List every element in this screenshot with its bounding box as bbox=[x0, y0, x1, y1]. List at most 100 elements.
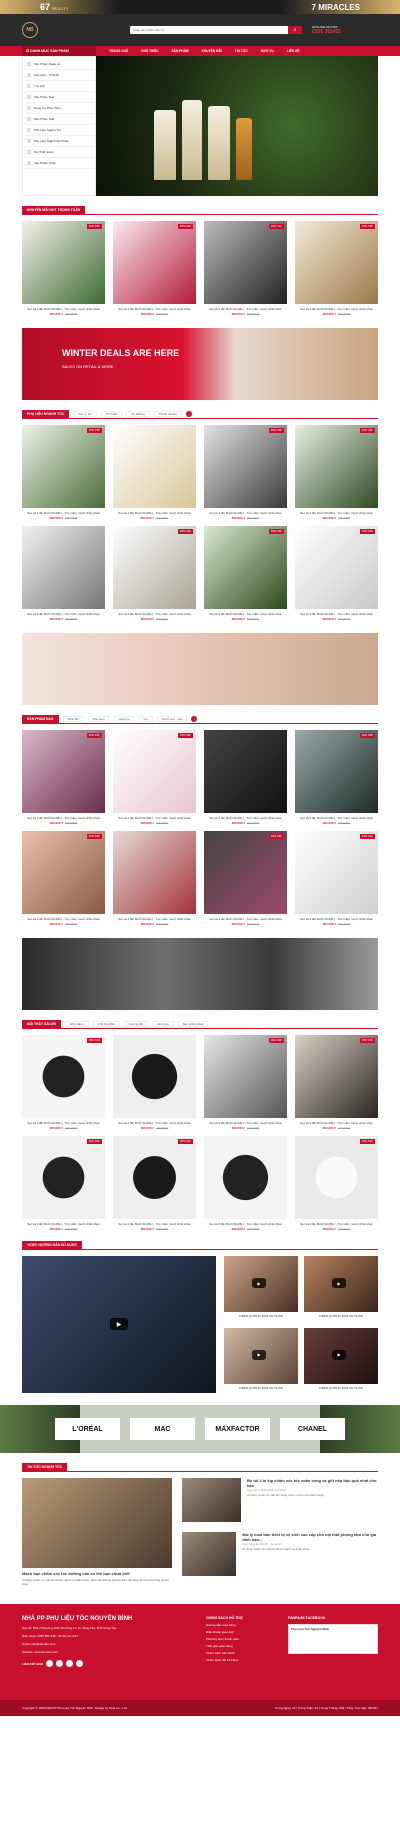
section-tab[interactable]: Nước sơn - Gel bbox=[156, 716, 188, 722]
product-card[interactable]: 30% OFF Set xả 2 lần Bưởi SGI(6L) - Tóc m… bbox=[22, 425, 105, 520]
featured-news[interactable]: Mách bạn chăm sóc tóc dưỡng cấu có thể b… bbox=[22, 1478, 172, 1586]
product-name[interactable]: Set xả 2 lần Bưởi SGI(6L) - Tóc mềm mượt… bbox=[22, 612, 105, 616]
section-tab[interactable]: Thuốc nhuộm bbox=[153, 411, 183, 417]
section-tab[interactable]: Gương đẹt bbox=[123, 1021, 149, 1027]
product-name[interactable]: Set xả 2 lần Bưởi SGI(6L) - Tóc mềm mượt… bbox=[113, 1121, 196, 1125]
product-name[interactable]: Set xả 2 lần Bưởi SGI(6L) - Tóc mềm mượt… bbox=[22, 816, 105, 820]
nav-services[interactable]: DỊCH VỤ bbox=[261, 49, 274, 53]
section-tab[interactable]: Tinh dầu bbox=[100, 411, 123, 417]
product-card[interactable]: 30% OFF Set xả 2 lần Bưởi SGI(6L) - Tóc m… bbox=[295, 1035, 378, 1130]
nav-home[interactable]: TRANG CHỦ bbox=[109, 49, 128, 53]
product-name[interactable]: Set xả 2 lần Bưởi SGI(6L) - Tóc mềm mượt… bbox=[113, 612, 196, 616]
product-card[interactable]: 30% OFF Set xả 2 lần Bưởi SGI(6L) - Tóc m… bbox=[22, 1035, 105, 1130]
sidebar-item[interactable]: Sản Phẩm Nail bbox=[23, 92, 95, 103]
sidebar-item[interactable]: Nội Thất Salon bbox=[23, 147, 95, 158]
search-input[interactable] bbox=[130, 26, 288, 34]
product-name[interactable]: Set xả 2 lần Bưởi SGI(6L) - Tóc mềm mượt… bbox=[204, 1222, 287, 1226]
video-thumbnail[interactable]: ▶ VIDEO HƯỚNG DẪN SỬ DỤNG bbox=[304, 1256, 378, 1322]
product-card[interactable]: Set xả 2 lần Bưởi SGI(6L) - Tóc mềm mượt… bbox=[204, 730, 287, 825]
brand-logo[interactable]: MAC bbox=[130, 1418, 195, 1440]
play-icon[interactable]: ▶ bbox=[252, 1278, 266, 1288]
footer-policy-link[interactable]: Hướng dẫn mua hàng bbox=[206, 1623, 288, 1627]
footer-policy-link[interactable]: Điều khoản giao dịch bbox=[206, 1630, 288, 1634]
video-thumbnail[interactable]: ▶ VIDEO HƯỚNG DẪN SỬ DỤNG bbox=[304, 1327, 378, 1394]
sidebar-item[interactable]: Sản Phẩm Khác bbox=[23, 158, 95, 169]
nav-news[interactable]: TIN TỨC bbox=[235, 49, 248, 53]
footer-policy-link[interactable]: Thời gian giao hàng bbox=[206, 1644, 288, 1648]
product-name[interactable]: Set xả 2 lần Bưởi SGI(6L) - Tóc mềm mượt… bbox=[22, 307, 105, 311]
sidebar-item[interactable]: Tóc Giả bbox=[23, 81, 95, 92]
play-icon[interactable]: ▶ bbox=[332, 1349, 346, 1360]
product-name[interactable]: Set xả 2 lần Bưởi SGI(6L) - Tóc mềm mượt… bbox=[204, 612, 287, 616]
product-name[interactable]: Set xả 2 lần Bưởi SGI(6L) - Tóc mềm mượt… bbox=[22, 1121, 105, 1125]
product-name[interactable]: Set xả 2 lần Bưởi SGI(6L) - Tóc mềm mượt… bbox=[113, 816, 196, 820]
chevron-right-icon[interactable]: › bbox=[186, 411, 193, 417]
product-name[interactable]: Set xả 2 lần Bưởi SGI(6L) - Tóc mềm mượt… bbox=[295, 1222, 378, 1226]
product-card[interactable]: Set xả 2 lần Bưởi SGI(6L) - Tóc mềm mượt… bbox=[113, 831, 196, 926]
product-card[interactable]: 15% OFF Set xả 2 lần Bưởi SGI(6L) - Tóc m… bbox=[113, 730, 196, 825]
product-name[interactable]: Set xả 2 lần Bưởi SGI(6L) - Tóc mềm mượt… bbox=[113, 307, 196, 311]
footer-email[interactable]: Email: info@domain.com bbox=[22, 1642, 176, 1646]
brand-logo[interactable]: MAXFACTOR bbox=[205, 1418, 270, 1440]
news-title[interactable]: Mách bạn chăm sóc tóc dưỡng cấu có thể b… bbox=[22, 1571, 172, 1576]
nav-products[interactable]: SẢN PHẨM bbox=[172, 49, 189, 53]
product-card[interactable]: 30% OFF Set xả 2 lần Bưởi SGI(6L) - Tóc m… bbox=[22, 831, 105, 926]
product-card[interactable]: 30% OFF Set xả 2 lần Bưởi SGI(6L) - Tóc m… bbox=[204, 425, 287, 520]
product-card[interactable]: 15% OFF Set xả 2 lần Bưởi SGI(6L) - Tóc m… bbox=[295, 526, 378, 621]
product-card[interactable]: 15% OFF Set xả 2 lần Bưởi SGI(6L) - Tóc m… bbox=[113, 221, 196, 316]
product-card[interactable]: 30% OFF Set xả 2 lần Bưởi SGI(6L) - Tóc m… bbox=[295, 730, 378, 825]
section-tab[interactable]: Ghế spa bbox=[152, 1021, 174, 1027]
product-card[interactable]: Set xả 2 lần Bưởi SGI(6L) - Tóc mềm mượt… bbox=[22, 526, 105, 621]
product-name[interactable]: Set xả 2 lần Bưởi SGI(6L) - Tóc mềm mượt… bbox=[295, 917, 378, 921]
product-name[interactable]: Set xả 2 lần Bưởi SGI(6L) - Tóc mềm mượt… bbox=[204, 511, 287, 515]
facebook-page-widget[interactable]: Phụ Liệu Tóc Nguyên Bình bbox=[288, 1624, 378, 1654]
play-icon[interactable]: ▶ bbox=[110, 1318, 128, 1330]
site-logo[interactable]: NB bbox=[22, 22, 38, 38]
product-card[interactable]: 30% OFF Set xả 2 lần Bưởi SGI(6L) - Tóc m… bbox=[204, 526, 287, 621]
product-name[interactable]: Set xả 2 lần Bưởi SGI(6L) - Tóc mềm mượt… bbox=[295, 511, 378, 515]
product-name[interactable]: Set xả 2 lần Bưởi SGI(6L) - Tóc mềm mượt… bbox=[22, 511, 105, 515]
promo-banner[interactable]: WINTER DEALS ARE HERE SALES ON RETAIL & … bbox=[22, 328, 378, 400]
section-tab[interactable]: Cọ bbox=[138, 716, 153, 722]
google-icon[interactable] bbox=[56, 1660, 64, 1667]
product-card[interactable]: 30% OFF Set xả 2 lần Bưởi SGI(6L) - Tóc m… bbox=[113, 526, 196, 621]
sidebar-item[interactable]: Phụ Liệu Ngành Mỹ Phẩm bbox=[23, 136, 95, 147]
video-thumbnail[interactable]: ▶ VIDEO HƯỚNG DẪN SỬ DỤNG bbox=[224, 1327, 298, 1394]
play-icon[interactable]: ▶ bbox=[252, 1349, 266, 1360]
section-tab[interactable]: Dụng cụ bbox=[113, 716, 135, 722]
facebook-icon[interactable] bbox=[46, 1660, 54, 1667]
news-title[interactable]: Bỏ túi 4 bí kíp chăm sóc tóc xoăn sóng v… bbox=[247, 1478, 378, 1488]
sidebar-item[interactable]: Sản Phẩm Make up bbox=[23, 59, 95, 70]
video-thumbnail[interactable]: ▶ VIDEO HƯỚNG DẪN SỬ DỤNG bbox=[224, 1256, 298, 1322]
product-name[interactable]: Set xả 2 lần Bưởi SGI(6L) - Tóc mềm mượt… bbox=[22, 917, 105, 921]
youtube-icon[interactable] bbox=[66, 1660, 74, 1667]
section-tab[interactable]: Phụ kiện bbox=[87, 716, 110, 722]
section-tab[interactable]: Kem ủ tóc bbox=[73, 411, 97, 417]
hero-slider-image[interactable] bbox=[96, 56, 378, 196]
product-name[interactable]: Set xả 2 lần Bưởi SGI(6L) - Tóc mềm mượt… bbox=[204, 917, 287, 921]
news-title[interactable]: Đại lý mua bán thiết bị vệ sinh cao cấp … bbox=[242, 1532, 378, 1542]
main-video[interactable]: ▶ bbox=[22, 1256, 216, 1393]
product-name[interactable]: Set xả 2 lần Bưởi SGI(6L) - Tóc mềm mượt… bbox=[113, 917, 196, 921]
play-icon[interactable]: ▶ bbox=[332, 1278, 346, 1288]
product-name[interactable]: Set xả 2 lần Bưởi SGI(6L) - Tóc mềm mượt… bbox=[295, 307, 378, 311]
product-card[interactable]: 15% OFF Set xả 2 lần Bưởi SGI(6L) - Tóc m… bbox=[295, 425, 378, 520]
nav-contact[interactable]: LIÊN HỆ bbox=[287, 49, 300, 53]
section-tab[interactable]: Sản phẩm khác bbox=[177, 1021, 209, 1027]
twitter-icon[interactable] bbox=[76, 1660, 84, 1667]
product-card[interactable]: Set xả 2 lần Bưởi SGI(6L) - Tóc mềm mượt… bbox=[113, 425, 196, 520]
product-card[interactable]: 30% OFF Set xả 2 lần Bưởi SGI(6L) - Tóc m… bbox=[204, 1035, 287, 1130]
product-card[interactable]: 15% OFF Set xả 2 lần Bưởi SGI(6L) - Tóc m… bbox=[295, 1136, 378, 1231]
footer-website[interactable]: Website: www.domain.com bbox=[22, 1650, 176, 1654]
chevron-right-icon[interactable]: › bbox=[191, 716, 198, 722]
product-card[interactable]: 30% OFF Set xả 2 lần Bưởi SGI(6L) - Tóc m… bbox=[113, 1136, 196, 1231]
sidebar-item[interactable]: Sản Phẩm Spa bbox=[23, 114, 95, 125]
brand-logo[interactable]: CHANEL bbox=[280, 1418, 345, 1440]
sidebar-item[interactable]: Phụ Liệu Ngành Tóc bbox=[23, 125, 95, 136]
brand-logo[interactable]: L'ORÉAL bbox=[55, 1418, 120, 1440]
product-name[interactable]: Set xả 2 lần Bưởi SGI(6L) - Tóc mềm mượt… bbox=[204, 816, 287, 820]
product-card[interactable]: 30% OFF Set xả 2 lần Bưởi SGI(6L) - Tóc m… bbox=[22, 1136, 105, 1231]
top-promo-banner[interactable]: 67 BEAUTY 7 MIRACLES bbox=[0, 0, 400, 14]
product-name[interactable]: Set xả 2 lần Bưởi SGI(6L) - Tóc mềm mượt… bbox=[113, 1222, 196, 1226]
product-name[interactable]: Set xả 2 lần Bưởi SGI(6L) - Tóc mềm mượt… bbox=[22, 1222, 105, 1226]
